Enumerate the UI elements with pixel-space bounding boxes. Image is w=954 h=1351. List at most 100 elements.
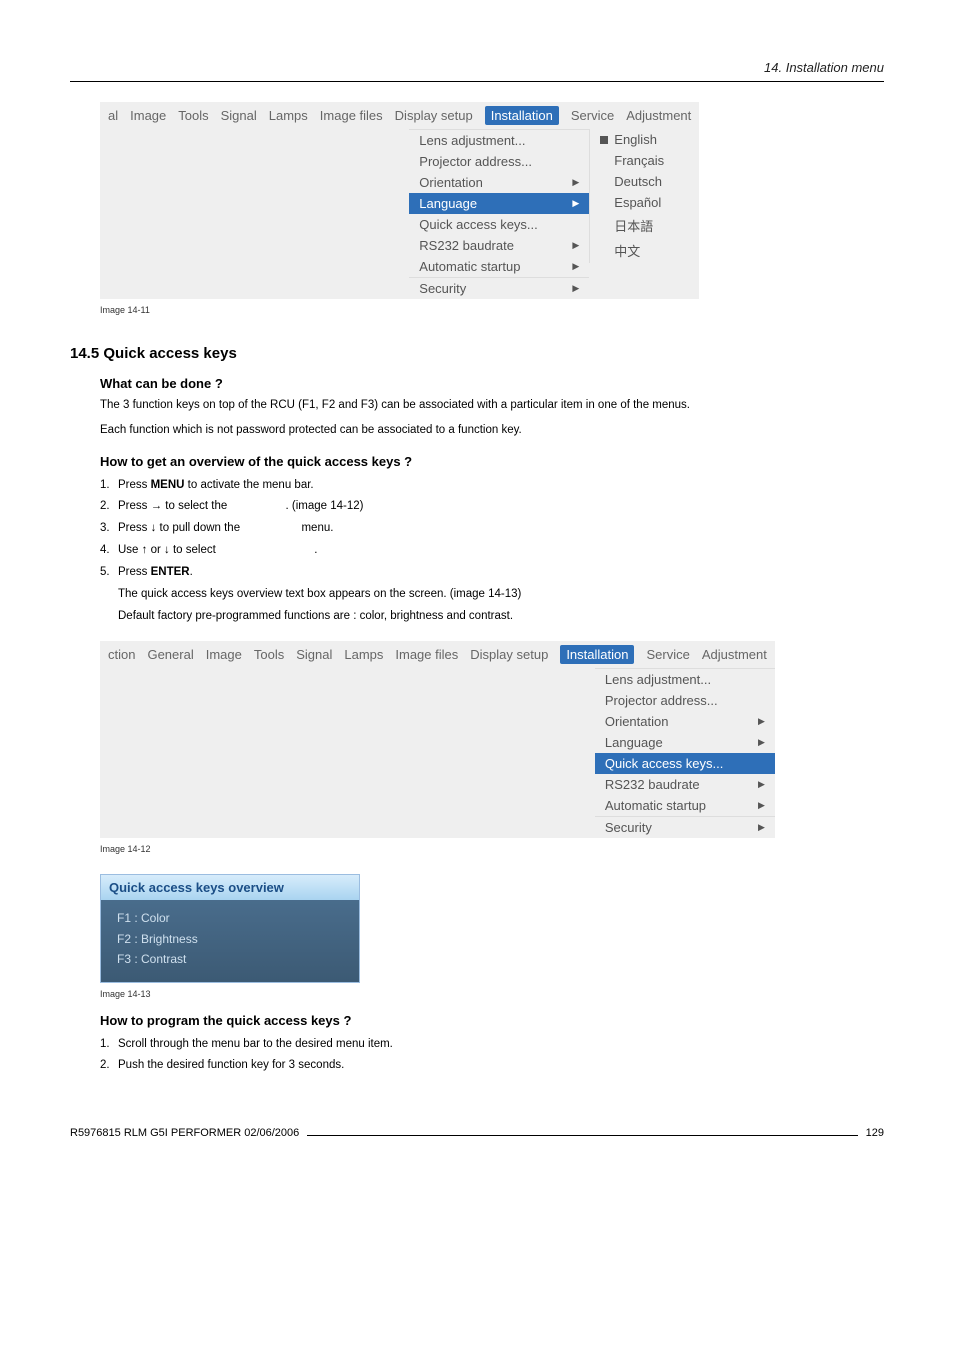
dropdown-item-selected[interactable]: Quick access keys...	[595, 753, 775, 774]
dropdown-item[interactable]: Lens adjustment...	[409, 130, 589, 151]
menubar-item[interactable]: Tools	[178, 108, 208, 123]
header-rule	[70, 81, 884, 82]
menubar-item[interactable]: Display setup	[470, 647, 548, 662]
menubar-item[interactable]: Lamps	[344, 647, 383, 662]
popup-row: F1 : Color	[117, 908, 343, 928]
dropdown-item[interactable]: Projector address...	[595, 690, 775, 711]
dropdown-item-label: Language	[605, 735, 663, 750]
menubar-item[interactable]: al	[108, 108, 118, 123]
step-number: 2.	[100, 1055, 118, 1077]
menu-screenshot-1: al Image Tools Signal Lamps Image files …	[100, 102, 884, 299]
menubar-item[interactable]: Tools	[254, 647, 284, 662]
dropdown-item-label: Quick access keys...	[419, 217, 537, 232]
submenu-item-label: Español	[614, 195, 661, 210]
dropdown-item[interactable]: Orientation▶	[595, 711, 775, 732]
submenu-item-label: English	[614, 132, 657, 147]
step-text: menu.	[298, 522, 333, 534]
menubar-item[interactable]: Image	[206, 647, 242, 662]
menubar-item-selected[interactable]: Installation	[560, 645, 634, 664]
dropdown-item[interactable]: Security ▶	[595, 816, 775, 838]
dropdown-item[interactable]: Automatic startup▶	[595, 795, 775, 816]
step-text: Press → to select the	[118, 500, 231, 512]
submenu-language: English Français Deutsch Español 日本語 中文	[589, 129, 699, 263]
step-number: 3.	[100, 518, 118, 540]
menubar-item[interactable]: Display setup	[395, 108, 473, 123]
step-text: Press ↓ to pull down the	[118, 522, 243, 534]
menubar-item[interactable]: General	[147, 647, 193, 662]
step-number: 2.	[100, 496, 118, 518]
step-bold: MENU	[151, 479, 185, 491]
popup-row: F3 : Contrast	[117, 949, 343, 969]
submenu-item[interactable]: Deutsch	[590, 171, 699, 192]
dropdown-item[interactable]: Language ▶	[595, 732, 775, 753]
menubar-item[interactable]: Service	[571, 108, 614, 123]
step-subtext: Default factory pre-programmed functions…	[118, 606, 884, 628]
step-text: . (image 14-12)	[285, 500, 363, 512]
bullet-icon	[600, 157, 608, 165]
submenu-item-label: Français	[614, 153, 664, 168]
submenu-item[interactable]: Español	[590, 192, 699, 213]
chevron-right-icon: ▶	[572, 283, 579, 294]
menubar-1: al Image Tools Signal Lamps Image files …	[100, 102, 699, 129]
menubar-item[interactable]: Adjustment	[702, 647, 767, 662]
menubar-item[interactable]: Signal	[221, 108, 257, 123]
subheading-overview: How to get an overview of the quick acce…	[100, 454, 884, 469]
dropdown-item-label: Orientation	[419, 175, 483, 190]
chevron-right-icon: ▶	[758, 737, 765, 748]
menubar-item[interactable]: Image files	[320, 108, 383, 123]
dropdown-item[interactable]: Security▶	[409, 277, 589, 299]
menubar-item[interactable]: Signal	[296, 647, 332, 662]
bullet-icon	[600, 136, 608, 144]
steps-program: 1.Scroll through the menu bar to the des…	[100, 1034, 884, 1078]
dropdown-item[interactable]: Quick access keys...	[409, 214, 589, 235]
dropdown-item[interactable]: Automatic startup▶	[409, 256, 589, 277]
menubar-item[interactable]: Adjustment	[626, 108, 691, 123]
submenu-item-label: 中文	[614, 241, 640, 260]
menubar-item-selected[interactable]: Installation	[485, 106, 559, 125]
step: 5.Press ENTER.	[100, 562, 884, 584]
chevron-right-icon: ▶	[758, 800, 765, 811]
dropdown-item[interactable]: Orientation▶	[409, 172, 589, 193]
dropdown-item[interactable]: RS232 baudrate▶	[595, 774, 775, 795]
menubar-2: ction General Image Tools Signal Lamps I…	[100, 641, 775, 668]
dropdown-item[interactable]: Lens adjustment...	[595, 669, 775, 690]
submenu-item[interactable]: 中文	[590, 238, 699, 263]
menubar-item[interactable]: Lamps	[269, 108, 308, 123]
dropdown-item[interactable]: Projector address...	[409, 151, 589, 172]
dropdown-item-label: Lens adjustment...	[605, 672, 711, 687]
dropdown-item[interactable]: RS232 baudrate▶	[409, 235, 589, 256]
dropdown-item-label: Projector address...	[419, 154, 532, 169]
step-number: 4.	[100, 540, 118, 562]
dropdown-item-selected[interactable]: Language▶	[409, 193, 589, 214]
paragraph: Each function which is not password prot…	[100, 422, 884, 439]
menubar-item[interactable]: ction	[108, 647, 135, 662]
chevron-right-icon: ▶	[572, 261, 579, 272]
menubar-item[interactable]: Image files	[395, 647, 458, 662]
step-bold: ENTER	[151, 566, 190, 578]
menu-screenshot-2: ction General Image Tools Signal Lamps I…	[100, 641, 884, 838]
dropdown-item-label: Security	[605, 820, 652, 835]
submenu-item[interactable]: 日本語	[590, 213, 699, 238]
dropdown-item-label: Projector address...	[605, 693, 718, 708]
chevron-right-icon: ▶	[758, 779, 765, 790]
steps-overview: 1.Press MENU to activate the menu bar. 2…	[100, 475, 884, 584]
footer-rule	[307, 1135, 857, 1136]
image-caption-1: Image 14-11	[100, 305, 884, 315]
popup-row: F2 : Brightness	[117, 929, 343, 949]
subheading-program: How to program the quick access keys ?	[100, 1013, 884, 1028]
submenu-item[interactable]: English	[590, 129, 699, 150]
bullet-icon	[600, 247, 608, 255]
menubar-item[interactable]: Image	[130, 108, 166, 123]
dropdown-item-label: Language	[419, 196, 477, 211]
image-caption-2: Image 14-12	[100, 844, 884, 854]
step: 2.Push the desired function key for 3 se…	[100, 1055, 884, 1077]
popup-title: Quick access keys overview	[101, 875, 359, 900]
step: 1.Scroll through the menu bar to the des…	[100, 1034, 884, 1056]
chevron-right-icon: ▶	[758, 822, 765, 833]
submenu-item-label: 日本語	[614, 216, 653, 235]
step-text: Push the desired function key for 3 seco…	[118, 1059, 344, 1071]
menubar-item[interactable]: Service	[646, 647, 689, 662]
step-text: Press	[118, 566, 151, 578]
submenu-item[interactable]: Français	[590, 150, 699, 171]
dropdown-installation-2: Lens adjustment... Projector address... …	[595, 668, 775, 838]
